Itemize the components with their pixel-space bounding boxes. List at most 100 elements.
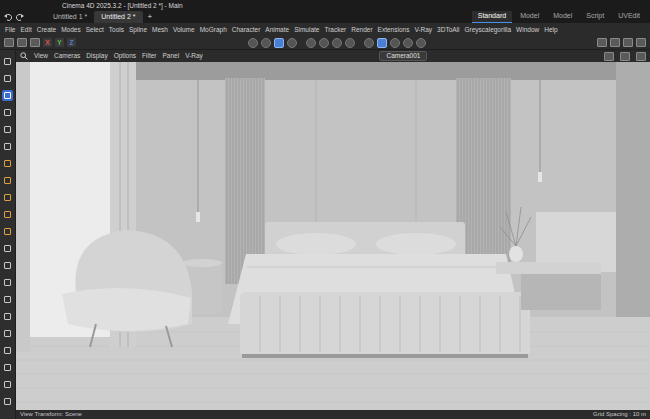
menu-item[interactable]: Extensions — [378, 26, 410, 33]
menu-item[interactable]: Character — [232, 26, 261, 33]
menu-item[interactable]: Modes — [61, 26, 81, 33]
viewport-menu-item[interactable]: Filter — [142, 52, 156, 59]
menu-item[interactable]: Select — [86, 26, 104, 33]
layout-tab-label: UVEdit — [618, 12, 640, 20]
layout-tab[interactable]: Script — [580, 11, 610, 23]
tool-icon[interactable] — [30, 38, 40, 47]
axis-lock-button[interactable]: X — [43, 38, 52, 47]
search-icon[interactable] — [20, 52, 28, 60]
tool-icon[interactable] — [17, 38, 27, 47]
palette-tool[interactable] — [2, 294, 13, 305]
scene-render — [16, 62, 650, 410]
menu-item[interactable]: Tools — [109, 26, 124, 33]
tool-icon[interactable] — [261, 38, 271, 48]
layout-tab-label: Model — [553, 12, 572, 20]
layout-tab[interactable]: UVEdit — [612, 11, 646, 23]
tool-icon[interactable] — [248, 38, 258, 48]
tool-icon[interactable] — [364, 38, 374, 48]
viewport-icon[interactable] — [604, 52, 614, 61]
palette-tool[interactable] — [2, 141, 13, 152]
palette-tool[interactable] — [2, 396, 13, 407]
viewport-icon[interactable] — [636, 52, 646, 61]
palette-tool[interactable] — [2, 311, 13, 322]
palette-tool[interactable] — [2, 124, 13, 135]
tool-icon[interactable] — [377, 38, 387, 48]
menu-item[interactable]: Render — [351, 26, 372, 33]
menu-item[interactable]: Help — [544, 26, 557, 33]
menu-item[interactable]: Edit — [20, 26, 31, 33]
palette-tool[interactable] — [2, 192, 13, 203]
menu-item[interactable]: Spline — [129, 26, 147, 33]
undo-icon[interactable] — [4, 13, 12, 21]
tool-icon[interactable] — [4, 38, 14, 47]
menu-item[interactable]: Greyscalegorilla — [465, 26, 512, 33]
render-icon[interactable] — [610, 38, 620, 47]
status-left: View Transform: Scene — [20, 411, 82, 418]
viewport-menu-item[interactable]: Display — [86, 52, 107, 59]
viewport-menu-item[interactable]: View — [34, 52, 48, 59]
layout-tab-label: Script — [586, 12, 604, 20]
menu-item[interactable]: File — [5, 26, 15, 33]
menu-item[interactable]: Tracker — [324, 26, 346, 33]
viewport-menu-item[interactable]: Cameras — [54, 52, 80, 59]
palette-tool[interactable] — [2, 73, 13, 84]
palette-tool[interactable] — [2, 56, 13, 67]
tool-icon — [4, 211, 11, 218]
window-title: Cinema 4D 2025.3.2 - [Untitled 2 *] - Ma… — [62, 2, 183, 9]
menu-item[interactable]: Animate — [265, 26, 289, 33]
new-tab-button[interactable]: + — [143, 11, 158, 23]
palette-tool[interactable] — [2, 209, 13, 220]
render-icon[interactable] — [636, 38, 646, 47]
main-area: View Cameras Display Options Filter Panel V-Ra… — [0, 50, 650, 419]
palette-tool[interactable] — [2, 328, 13, 339]
document-tab[interactable]: Untitled 2 * — [94, 11, 142, 23]
viewport-icon[interactable] — [620, 52, 630, 61]
palette-tool[interactable] — [2, 175, 13, 186]
redo-icon[interactable] — [16, 13, 24, 21]
menu-item[interactable]: MoGraph — [200, 26, 227, 33]
palette-tool[interactable] — [2, 379, 13, 390]
tool-icon[interactable] — [403, 38, 413, 48]
camera-selector[interactable]: Camera001 — [379, 51, 427, 60]
tool-icon[interactable] — [319, 38, 329, 48]
tool-icon[interactable] — [345, 38, 355, 48]
layout-tab[interactable]: Model — [514, 11, 545, 23]
palette-tool[interactable] — [2, 277, 13, 288]
palette-tool[interactable] — [2, 226, 13, 237]
layout-tab[interactable]: Standard — [472, 11, 512, 23]
axis-lock-button[interactable]: Y — [55, 38, 64, 47]
menu-item[interactable]: Create — [37, 26, 57, 33]
layout-tab[interactable]: Model — [547, 11, 578, 23]
palette-tool[interactable] — [2, 345, 13, 356]
tool-icon[interactable] — [332, 38, 342, 48]
menu-item[interactable]: Mesh — [152, 26, 168, 33]
3d-viewport[interactable] — [16, 62, 650, 410]
menu-item[interactable]: V-Ray — [414, 26, 432, 33]
title-bar: Cinema 4D 2025.3.2 - [Untitled 2 *] - Ma… — [0, 0, 650, 23]
menu-item[interactable]: Simulate — [294, 26, 319, 33]
palette-tool[interactable] — [2, 90, 13, 101]
viewport-menu-item[interactable]: Panel — [163, 52, 180, 59]
tool-icon[interactable] — [287, 38, 297, 48]
palette-tool[interactable] — [2, 260, 13, 271]
tab-row: Untitled 1 *Untitled 2 *+StandardModelMo… — [0, 11, 650, 23]
viewport-menu-item[interactable]: Options — [114, 52, 136, 59]
menu-item[interactable]: Window — [516, 26, 539, 33]
tool-icon[interactable] — [416, 38, 426, 48]
render-icon[interactable] — [597, 38, 607, 47]
palette-tool[interactable] — [2, 158, 13, 169]
viewport-menu-item[interactable]: V-Ray — [185, 52, 203, 59]
palette-tool[interactable] — [2, 243, 13, 254]
menu-item[interactable]: Volume — [173, 26, 195, 33]
tool-icon[interactable] — [390, 38, 400, 48]
palette-tool[interactable] — [2, 107, 13, 118]
palette-tool[interactable] — [2, 362, 13, 373]
render-icon[interactable] — [623, 38, 633, 47]
document-tab[interactable]: Untitled 1 * — [46, 11, 94, 23]
axis-lock-button[interactable]: Z — [67, 38, 76, 47]
menu-item[interactable]: 3DToAll — [437, 26, 459, 33]
cinema4d-window: Cinema 4D 2025.3.2 - [Untitled 2 *] - Ma… — [0, 0, 650, 419]
tool-icon[interactable] — [274, 38, 284, 48]
menu-bar: File Edit Create Modes Select Tools Spline Mesh… — [0, 23, 650, 36]
tool-icon[interactable] — [306, 38, 316, 48]
